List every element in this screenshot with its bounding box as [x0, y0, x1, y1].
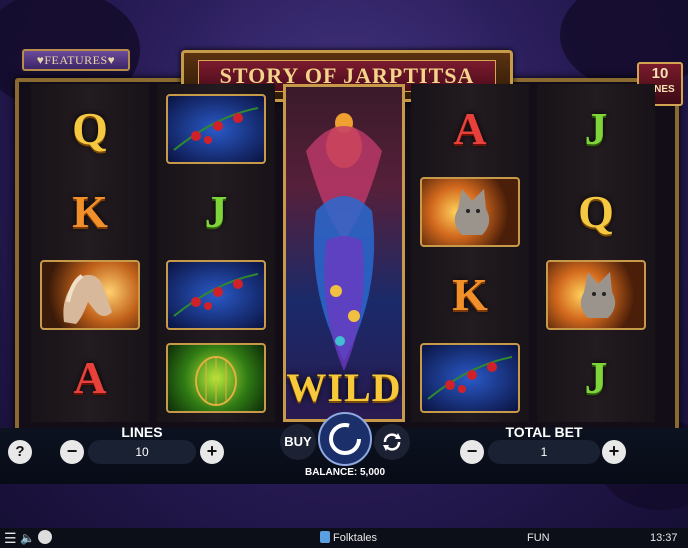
symbol-letter: J	[204, 186, 228, 237]
spin-button[interactable]	[318, 412, 372, 466]
features-button[interactable]: ♥FEATURES♥	[22, 49, 130, 71]
symbol-letter: J	[584, 103, 608, 154]
phoenix-icon	[306, 113, 382, 371]
symbol-letter: Q	[72, 103, 108, 154]
mode-label: FUN	[527, 532, 550, 544]
status-bar: ☰ 🔈 Folktales FUN 13:37	[0, 528, 688, 548]
symbol-letter: A	[73, 352, 107, 403]
buy-button[interactable]: BUY	[280, 424, 316, 460]
symbol-q: Q	[541, 173, 651, 251]
clock: 13:37	[650, 532, 678, 544]
lines-increase-button[interactable]: +	[200, 440, 224, 464]
lines-value: 10	[88, 440, 196, 464]
rose-icon	[420, 343, 520, 413]
wild-label: WILD	[286, 365, 402, 410]
symbol-j: J	[541, 90, 651, 168]
bet-increase-button[interactable]: +	[602, 440, 626, 464]
symbol-a: A	[415, 90, 525, 168]
brand-logo-icon	[320, 531, 330, 543]
reel-1: QK A	[31, 84, 149, 422]
lines-label: LINES	[121, 424, 163, 440]
bet-decrease-button[interactable]: −	[460, 440, 484, 464]
lines-decrease-button[interactable]: −	[60, 440, 84, 464]
symbol-letter: K	[72, 186, 108, 237]
settings-icon[interactable]	[38, 530, 52, 544]
brand-name: Folktales	[333, 532, 378, 544]
help-button[interactable]: ?	[8, 440, 32, 464]
symbol-j: J	[541, 339, 651, 417]
menu-icon[interactable]: ☰	[4, 530, 17, 547]
symbol-letter: Q	[578, 186, 614, 237]
reel-4: AK	[411, 84, 529, 422]
autoplay-button[interactable]	[374, 424, 410, 460]
balance-display: BALANCE: 5,000	[304, 467, 386, 478]
horse-icon	[40, 260, 140, 330]
lines-badge-number: 10	[651, 65, 669, 82]
symbol-rose	[161, 256, 271, 334]
reel-5: JQJ	[537, 84, 655, 422]
wolf-icon	[546, 260, 646, 330]
symbol-letter: K	[452, 269, 488, 320]
symbol-rose	[415, 339, 525, 417]
symbol-letter: A	[453, 103, 487, 154]
symbol-letter: J	[584, 352, 608, 403]
symbol-wolf	[541, 256, 651, 334]
cage-icon	[166, 343, 266, 413]
sound-icon[interactable]: 🔈	[20, 531, 35, 545]
symbol-k: K	[35, 173, 145, 251]
rose-icon	[166, 94, 266, 164]
reel-2: J	[157, 84, 275, 422]
symbol-j: J	[161, 173, 271, 251]
symbol-horse	[35, 256, 145, 334]
symbol-k: K	[415, 256, 525, 334]
symbol-q: Q	[35, 90, 145, 168]
rose-icon	[166, 260, 266, 330]
spin-icon	[329, 423, 361, 455]
reel-3-expanded-wild: WILD	[283, 84, 405, 422]
total-bet-label: TOTAL BET	[505, 424, 583, 440]
wolf-icon	[420, 177, 520, 247]
game-screen: ♥FEATURES♥ STORY OF JARPTITSA 10 LINES Q…	[0, 0, 688, 548]
total-bet-value: 1	[488, 440, 600, 464]
symbol-a: A	[35, 339, 145, 417]
symbol-wolf	[415, 173, 525, 251]
autoplay-icon	[383, 433, 401, 451]
symbol-cage	[161, 339, 271, 417]
symbol-rose	[161, 90, 271, 168]
